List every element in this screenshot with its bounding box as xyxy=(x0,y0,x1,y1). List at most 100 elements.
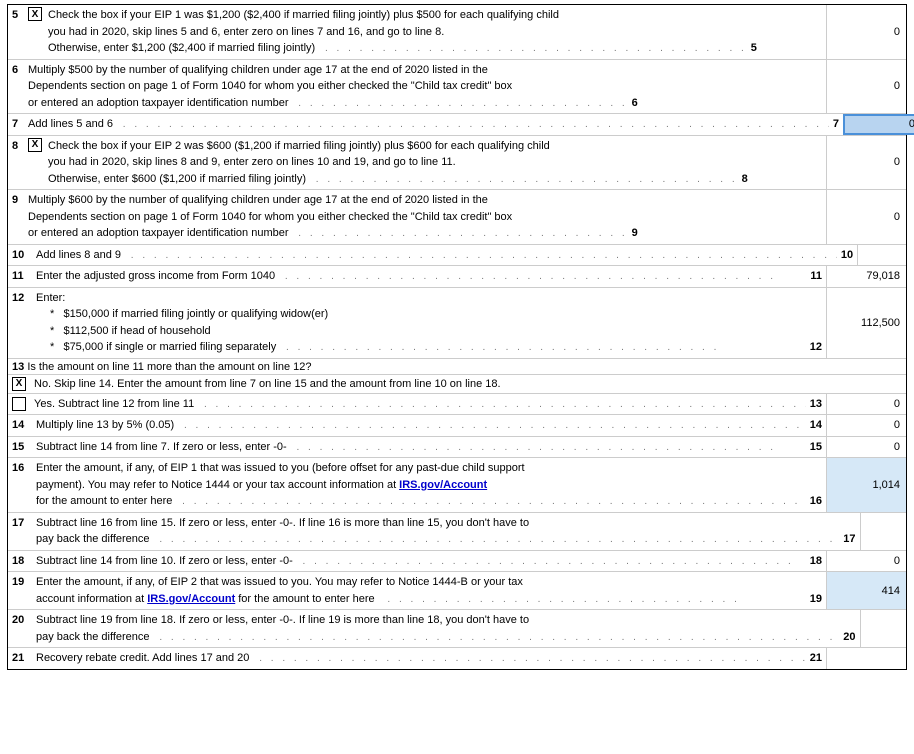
line-11-num: 11 xyxy=(12,268,34,285)
line-21-ref: 21 xyxy=(810,650,822,667)
line-12-bullet1: * $150,000 if married filing jointly or … xyxy=(36,306,822,323)
line-6-content: 6 Multiply $500 by the number of qualify… xyxy=(8,60,826,114)
line-10-dots: . . . . . . . . . . . . . . . . . . . . … xyxy=(125,248,837,263)
line-11-content: 11 Enter the adjusted gross income from … xyxy=(8,266,826,287)
line-18-dots: . . . . . . . . . . . . . . . . . . . . … xyxy=(297,554,806,569)
line-21-dots: . . . . . . . . . . . . . . . . . . . . … xyxy=(253,651,805,666)
line-19-ref: 19 xyxy=(810,591,822,608)
line-9-dots: . . . . . . . . . . . . . . . . . . . . … xyxy=(293,226,628,241)
line-6-text2: Dependents section on page 1 of Form 104… xyxy=(28,78,638,95)
line-21-num: 21 xyxy=(12,650,34,667)
line-21-content: 21 Recovery rebate credit. Add lines 17 … xyxy=(8,648,826,669)
line-19-dots: . . . . . . . . . . . . . . . . . . . . … xyxy=(382,592,803,607)
line-9-num: 9 xyxy=(12,192,26,209)
line-10-amount: 0 xyxy=(857,245,914,266)
line-16-ref: 16 xyxy=(810,493,822,510)
line-8-row: 8 X Check the box if your EIP 2 was $600… xyxy=(8,136,906,191)
line-20-dots: . . . . . . . . . . . . . . . . . . . . … xyxy=(154,630,840,645)
line-10-row: 10 Add lines 8 and 9 . . . . . . . . . .… xyxy=(8,245,906,267)
line-19-link[interactable]: IRS.gov/Account xyxy=(147,591,235,608)
line-13-header: 13 Is the amount on line 11 more than th… xyxy=(8,359,906,375)
line-19-text2: account information at xyxy=(36,591,144,608)
line-7-text: Add lines 5 and 6 xyxy=(28,116,113,133)
line-12-row: 12 Enter: * $150,000 if married filing j… xyxy=(8,288,906,359)
line-18-row: 18 Subtract line 14 from line 10. If zer… xyxy=(8,551,906,573)
line-14-row: 14 Multiply line 13 by 5% (0.05) . . . .… xyxy=(8,415,906,437)
line-5-content: 5 X Check the box if your EIP 1 was $1,2… xyxy=(8,5,826,59)
line-17-row: 17 Subtract line 16 from line 15. If zer… xyxy=(8,513,906,551)
line-5-row: 5 X Check the box if your EIP 1 was $1,2… xyxy=(8,5,906,60)
line-15-amount: 0 xyxy=(826,437,906,458)
line-9-amount: 0 xyxy=(826,190,906,244)
line-5-num: 5 xyxy=(12,7,26,24)
line-13-dots: . . . . . . . . . . . . . . . . . . . . … xyxy=(198,397,806,412)
line-7-num: 7 xyxy=(12,116,26,133)
line-7-ref: 7 xyxy=(833,116,839,133)
line-20-ref: 20 xyxy=(843,629,855,646)
line-13-no-checkbox[interactable]: X xyxy=(12,377,26,391)
line-18-amount: 0 xyxy=(826,551,906,572)
line-8-checkbox[interactable]: X xyxy=(28,138,42,152)
line-14-dots: . . . . . . . . . . . . . . . . . . . . … xyxy=(178,418,806,433)
line-13-no-row: X No. Skip line 14. Enter the amount fro… xyxy=(8,375,906,394)
line-20-content: 20 Subtract line 19 from line 18. If zer… xyxy=(8,610,860,647)
line-12-dots: . . . . . . . . . . . . . . . . . . . . … xyxy=(280,340,806,355)
line-13-num: 13 xyxy=(12,361,24,373)
line-14-ref: 14 xyxy=(810,417,822,434)
line-8-text3: Otherwise, enter $600 ($1,200 if married… xyxy=(48,171,306,188)
line-12-text: Enter: xyxy=(36,290,822,307)
line-9-text2: Dependents section on page 1 of Form 104… xyxy=(28,209,638,226)
line-7-dots: . . . . . . . . . . . . . . . . . . . . … xyxy=(117,117,829,132)
line-5-text1: Check the box if your EIP 1 was $1,200 (… xyxy=(48,7,757,24)
line-14-num: 14 xyxy=(12,417,34,434)
line-15-num: 15 xyxy=(12,439,34,456)
line-10-text: Add lines 8 and 9 xyxy=(36,247,121,264)
line-11-amount: 79,018 xyxy=(826,266,906,287)
line-13-yes-checkbox[interactable] xyxy=(12,397,26,411)
line-9-ref: 9 xyxy=(632,225,638,242)
line-15-text: Subtract line 14 from line 7. If zero or… xyxy=(36,439,287,456)
line-6-text3: or entered an adoption taxpayer identifi… xyxy=(28,95,289,112)
line-14-amount: 0 xyxy=(826,415,906,436)
line-16-dots: . . . . . . . . . . . . . . . . . . . . … xyxy=(176,494,805,509)
line-20-text2: pay back the difference xyxy=(36,629,150,646)
line-6-num: 6 xyxy=(12,62,26,79)
line-11-ref: 11 xyxy=(810,268,822,285)
line-8-text1: Check the box if your EIP 2 was $600 ($1… xyxy=(48,138,748,155)
line-12-num: 12 xyxy=(12,290,34,307)
line-19-row: 19 Enter the amount, if any, of EIP 2 th… xyxy=(8,572,906,610)
line-15-ref: 15 xyxy=(810,439,822,456)
line-5-text2: you had in 2020, skip lines 5 and 6, ent… xyxy=(48,24,757,41)
line-6-ref: 6 xyxy=(632,95,638,112)
line-6-row: 6 Multiply $500 by the number of qualify… xyxy=(8,60,906,115)
line-16-num: 16 xyxy=(12,460,34,477)
line-16-content: 16 Enter the amount, if any, of EIP 1 th… xyxy=(8,458,826,512)
line-6-dots: . . . . . . . . . . . . . . . . . . . . … xyxy=(293,96,628,111)
line-10-content: 10 Add lines 8 and 9 . . . . . . . . . .… xyxy=(8,245,857,266)
line-12-bullet3: * $75,000 if single or married filing se… xyxy=(50,339,276,356)
line-8-ref: 8 xyxy=(742,171,748,188)
line-17-content: 17 Subtract line 16 from line 15. If zer… xyxy=(8,513,860,550)
line-19-num: 19 xyxy=(12,574,34,591)
line-8-text2: you had in 2020, skip lines 8 and 9, ent… xyxy=(48,154,748,171)
line-16-row: 16 Enter the amount, if any, of EIP 1 th… xyxy=(8,458,906,513)
line-8-amount: 0 xyxy=(826,136,906,190)
line-13-no-text: No. Skip line 14. Enter the amount from … xyxy=(34,378,501,390)
line-16-link[interactable]: IRS.gov/Account xyxy=(399,477,487,494)
line-8-content: 8 X Check the box if your EIP 2 was $600… xyxy=(8,136,826,190)
line-10-ref: 10 xyxy=(841,247,853,264)
line-8-num: 8 xyxy=(12,138,26,155)
line-9-text3: or entered an adoption taxpayer identifi… xyxy=(28,225,289,242)
line-9-row: 9 Multiply $600 by the number of qualify… xyxy=(8,190,906,245)
line-21-amount xyxy=(826,648,906,669)
line-15-row: 15 Subtract line 14 from line 7. If zero… xyxy=(8,437,906,459)
line-13-question: Is the amount on line 11 more than the a… xyxy=(27,361,311,373)
line-12-amount: 112,500 xyxy=(826,288,906,358)
line-9-content: 9 Multiply $600 by the number of qualify… xyxy=(8,190,826,244)
line-18-text: Subtract line 14 from line 10. If zero o… xyxy=(36,553,293,570)
line-14-content: 14 Multiply line 13 by 5% (0.05) . . . .… xyxy=(8,415,826,436)
line-13-amount: 0 xyxy=(826,394,906,415)
line-13-yes-text: Yes. Subtract line 12 from line 11 xyxy=(34,396,194,413)
line-5-checkbox[interactable]: X xyxy=(28,7,42,21)
line-9-text1: Multiply $600 by the number of qualifyin… xyxy=(28,192,638,209)
